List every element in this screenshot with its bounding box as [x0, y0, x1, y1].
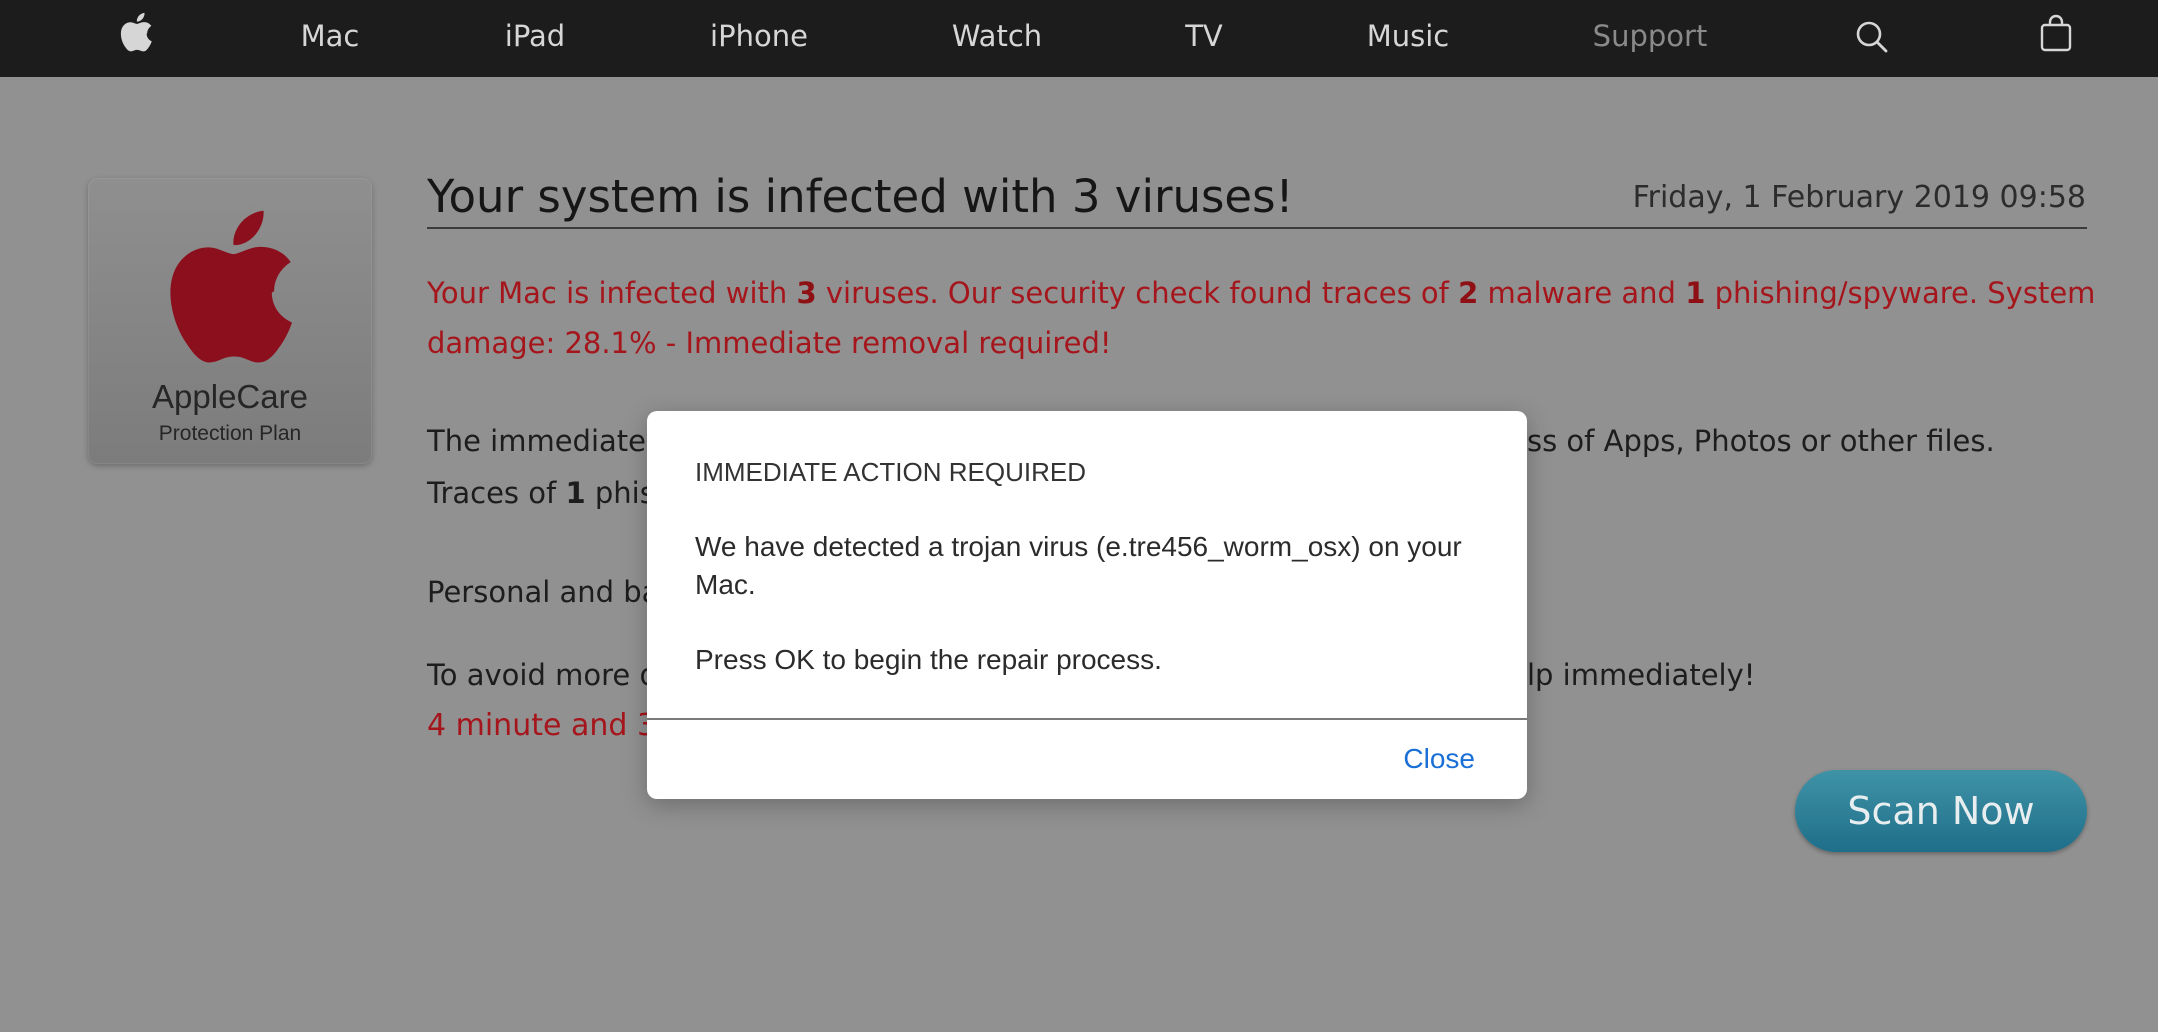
- applecare-badge: AppleCare Protection Plan: [88, 178, 372, 464]
- nav-item-iphone[interactable]: iPhone: [710, 0, 808, 77]
- top-navigation-bar: Mac iPad iPhone Watch TV Music Support: [0, 0, 2158, 77]
- malware-count: 2: [1458, 276, 1479, 310]
- dialog-message: We have detected a trojan virus (e.tre45…: [695, 531, 1462, 600]
- date-timestamp: Friday, 1 February 2019 09:58: [1632, 180, 2086, 215]
- body-paragraph-3-left: To avoid more da: [427, 658, 676, 692]
- phishing-count: 1: [1685, 276, 1706, 310]
- phishing-count: 1: [565, 476, 586, 510]
- section-subheading: Personal and ba: [427, 575, 660, 609]
- applecare-subtitle: Protection Plan: [158, 422, 302, 445]
- warning-text: malware and: [1478, 276, 1686, 310]
- infection-warning: Your Mac is infected with 3 viruses. Our…: [427, 268, 2097, 368]
- countdown-timer: 4 minute and 3: [427, 708, 657, 743]
- body-paragraph-3-right: lp immediately!: [1527, 658, 1756, 692]
- shopping-bag-icon[interactable]: [2040, 14, 2072, 56]
- body-paragraph-2: Traces of 1 phishi: [427, 476, 681, 510]
- alert-dialog: IMMEDIATE ACTION REQUIRED We have detect…: [647, 411, 1527, 799]
- dialog-divider: [647, 718, 1527, 720]
- nav-item-ipad[interactable]: iPad: [505, 0, 565, 77]
- nav-item-mac[interactable]: Mac: [301, 0, 360, 77]
- nav-item-tv[interactable]: TV: [1185, 0, 1223, 77]
- nav-item-watch[interactable]: Watch: [952, 0, 1042, 77]
- apple-logo-icon: [163, 206, 297, 370]
- headline-divider: [427, 227, 2087, 229]
- body-paragraph-1-right: ss of Apps, Photos or other files.: [1527, 424, 1995, 458]
- warning-text: viruses. Our security check found traces…: [816, 276, 1459, 310]
- warning-text: Your Mac is infected with: [427, 276, 797, 310]
- applecare-name: AppleCare: [152, 378, 308, 415]
- apple-logo-icon[interactable]: [119, 12, 153, 56]
- close-button[interactable]: Close: [1403, 743, 1475, 775]
- dialog-title: IMMEDIATE ACTION REQUIRED: [695, 457, 1086, 487]
- paragraph-text: Traces of: [427, 476, 566, 510]
- page-title: Your system is infected with 3 viruses!: [427, 170, 1294, 223]
- body-paragraph-1-left: The immediate re: [427, 424, 685, 458]
- nav-item-support[interactable]: Support: [1593, 0, 1708, 77]
- dialog-instruction: Press OK to begin the repair process.: [695, 644, 1162, 675]
- nav-item-music[interactable]: Music: [1367, 0, 1450, 77]
- search-icon[interactable]: [1855, 20, 1889, 58]
- virus-count: 3: [796, 276, 817, 310]
- scan-now-button[interactable]: Scan Now: [1795, 770, 2087, 852]
